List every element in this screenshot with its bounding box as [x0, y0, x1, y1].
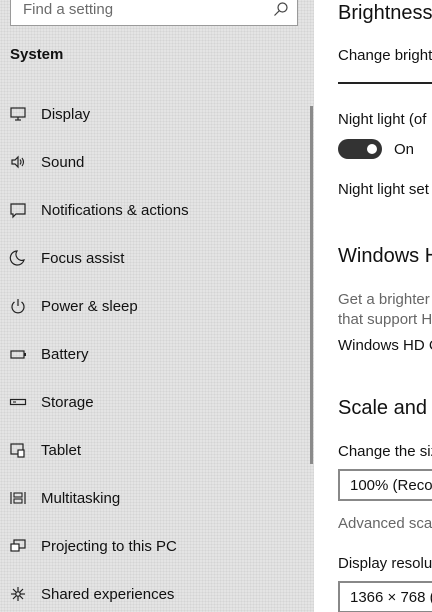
- hdr-description-line1: Get a brighter: [338, 291, 430, 308]
- main-content: Brightness Change bright Night light (of…: [314, 0, 432, 612]
- power-icon: [11, 299, 25, 314]
- sidebar-item-label: Battery: [41, 345, 89, 363]
- hdr-settings-link[interactable]: Windows HD C: [338, 337, 432, 354]
- sidebar-item-label: Display: [41, 105, 91, 123]
- settings-sidebar: Find a setting System Display Sound Noti…: [0, 0, 314, 612]
- resolution-label: Display resolut: [338, 555, 432, 572]
- toggle-knob: [367, 144, 377, 154]
- night-light-settings-link[interactable]: Night light set: [338, 181, 429, 198]
- sidebar-item-storage[interactable]: Storage: [0, 378, 314, 426]
- night-light-toggle-label: On: [394, 141, 415, 158]
- scale-dropdown[interactable]: 100% (Recon: [338, 469, 432, 501]
- speaker-icon: [11, 155, 25, 169]
- sidebar-item-tablet[interactable]: Tablet: [0, 426, 314, 474]
- nav-list: Display Sound Notifications & actions Fo…: [0, 90, 314, 612]
- search-box[interactable]: Find a setting: [10, 0, 298, 26]
- hdr-description-line2: that support H: [338, 311, 432, 328]
- search-icon[interactable]: [273, 1, 289, 17]
- night-light-label: Night light (of: [338, 111, 427, 128]
- section-title: System: [10, 46, 64, 63]
- brightness-slider[interactable]: [338, 82, 432, 84]
- sidebar-item-focus-assist[interactable]: Focus assist: [0, 234, 314, 282]
- sidebar-item-label: Focus assist: [41, 249, 125, 267]
- sidebar-item-label: Sound: [41, 153, 85, 171]
- brightness-heading: Brightness: [338, 2, 432, 24]
- sidebar-item-shared-experiences[interactable]: Shared experiences: [0, 570, 314, 612]
- scale-label: Change the siz: [338, 443, 432, 460]
- resolution-value: 1366 × 768 (: [350, 589, 432, 606]
- multitasking-icon: [10, 492, 26, 504]
- advanced-scaling-link[interactable]: Advanced scal: [338, 515, 432, 532]
- projecting-icon: [10, 539, 26, 552]
- night-light-toggle[interactable]: [338, 139, 382, 159]
- search-placeholder: Find a setting: [23, 1, 114, 18]
- notification-icon: [10, 203, 26, 219]
- battery-icon: [10, 350, 26, 359]
- storage-icon: [9, 398, 27, 406]
- sidebar-item-label: Power & sleep: [41, 297, 138, 315]
- sidebar-item-sound[interactable]: Sound: [0, 138, 314, 186]
- sidebar-item-label: Projecting to this PC: [41, 537, 177, 555]
- shared-experiences-icon: [11, 587, 25, 601]
- sidebar-item-multitasking[interactable]: Multitasking: [0, 474, 314, 522]
- sidebar-item-display[interactable]: Display: [0, 90, 314, 138]
- sidebar-item-battery[interactable]: Battery: [0, 330, 314, 378]
- sidebar-item-label: Notifications & actions: [41, 201, 189, 219]
- resolution-dropdown[interactable]: 1366 × 768 (: [338, 581, 432, 612]
- brightness-label: Change bright: [338, 47, 432, 64]
- sidebar-item-notifications[interactable]: Notifications & actions: [0, 186, 314, 234]
- monitor-icon: [10, 107, 26, 121]
- sidebar-item-label: Tablet: [41, 441, 82, 459]
- sidebar-item-projecting[interactable]: Projecting to this PC: [0, 522, 314, 570]
- hdr-heading: Windows H: [338, 245, 432, 267]
- sidebar-scrollbar[interactable]: [310, 106, 313, 464]
- scale-heading: Scale and l: [338, 397, 432, 419]
- sidebar-item-label: Storage: [41, 393, 94, 411]
- sidebar-item-power-sleep[interactable]: Power & sleep: [0, 282, 314, 330]
- sidebar-item-label: Shared experiences: [41, 585, 175, 603]
- scale-value: 100% (Recon: [350, 477, 432, 494]
- sidebar-item-label: Multitasking: [41, 489, 121, 507]
- moon-icon: [9, 250, 25, 266]
- tablet-icon: [10, 443, 25, 458]
